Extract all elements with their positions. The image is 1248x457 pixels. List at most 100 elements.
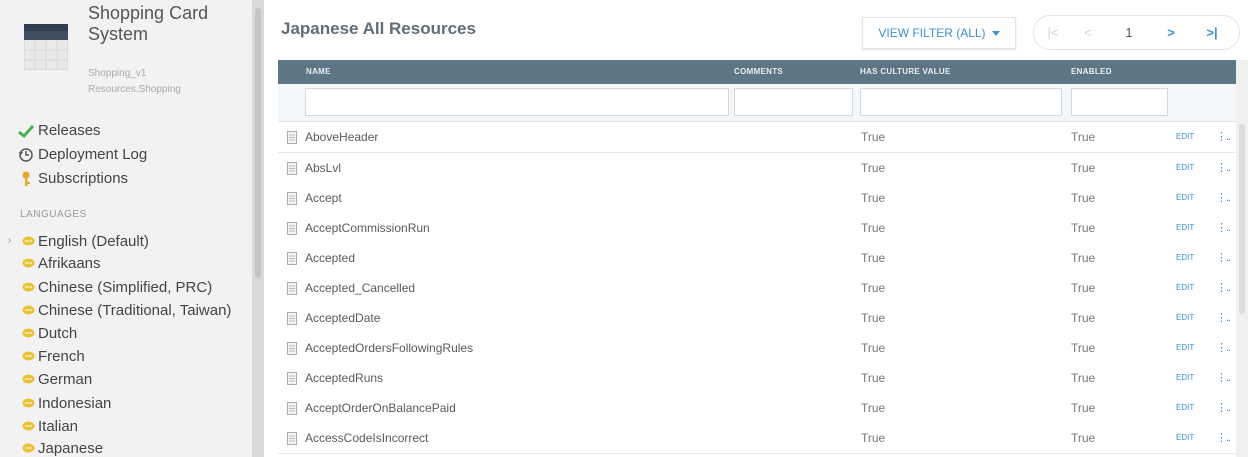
deployment-log-link[interactable]: Deployment Log <box>18 146 147 163</box>
chat-bubble-icon <box>22 421 35 431</box>
edit-button[interactable]: EDIT <box>1176 403 1194 412</box>
enabled-value: True <box>1071 161 1096 175</box>
resource-name: Accepted <box>305 251 356 265</box>
resource-name: AboveHeader <box>305 130 379 144</box>
document-icon <box>287 432 297 445</box>
more-options-icon[interactable]: ⋮.. <box>1216 371 1231 384</box>
document-icon <box>287 222 297 235</box>
enabled-value: True <box>1071 281 1096 295</box>
has-culture-value: True <box>861 401 886 415</box>
enabled-value: True <box>1071 431 1096 445</box>
sidebar-scrollbar[interactable] <box>252 0 264 457</box>
more-options-icon[interactable]: ⋮.. <box>1216 281 1231 294</box>
has-culture-value: True <box>861 281 886 295</box>
edit-button[interactable]: EDIT <box>1176 193 1194 202</box>
enabled-value: True <box>1071 341 1096 355</box>
language-indonesian[interactable]: Indonesian <box>22 395 111 412</box>
enabled-filter-input[interactable] <box>1071 88 1168 116</box>
resource-name: AbsLvl <box>305 161 342 175</box>
sidebar-scrollbar-thumb[interactable] <box>255 8 261 278</box>
culture-filter-input[interactable] <box>860 88 1062 116</box>
sidebar: Shopping Card System Shopping_v1 Resourc… <box>0 0 252 457</box>
has-culture-value: True <box>861 130 886 144</box>
app-resource-path: Resources.Shopping <box>88 84 181 95</box>
last-page-button[interactable]: >| <box>1192 25 1232 40</box>
grid-header: NAME COMMENTS HAS CULTURE VALUE ENABLED <box>278 60 1236 84</box>
language-german[interactable]: German <box>22 371 92 388</box>
previous-page-button[interactable]: < <box>1068 25 1108 40</box>
name-filter-input[interactable] <box>305 88 729 116</box>
checkmark-icon <box>18 124 34 138</box>
chat-bubble-icon <box>22 443 35 453</box>
more-options-icon[interactable]: ⋮.. <box>1216 191 1231 204</box>
table-row: AcceptedDate True True EDIT ⋮.. <box>278 303 1236 334</box>
chat-bubble-icon <box>22 328 35 338</box>
edit-button[interactable]: EDIT <box>1176 223 1194 232</box>
table-row: AcceptOrderOnBalancePaid True True EDIT … <box>278 393 1236 424</box>
table-row: Accepted True True EDIT ⋮.. <box>278 243 1236 274</box>
app-version: Shopping_v1 <box>88 68 147 79</box>
first-page-button[interactable]: |< <box>1038 25 1068 40</box>
column-header-name[interactable]: NAME <box>306 67 331 76</box>
language-chinese-traditional[interactable]: Chinese (Traditional, Taiwan) <box>22 302 231 319</box>
more-options-icon[interactable]: ⋮.. <box>1216 311 1231 324</box>
grid-scrollbar-thumb[interactable] <box>1239 124 1245 314</box>
subscriptions-link[interactable]: Subscriptions <box>18 170 128 187</box>
edit-button[interactable]: EDIT <box>1176 313 1194 322</box>
language-label: French <box>38 348 85 365</box>
language-label: Chinese (Simplified, PRC) <box>38 279 213 296</box>
edit-button[interactable]: EDIT <box>1176 433 1194 442</box>
language-japanese[interactable]: Japanese <box>22 440 103 457</box>
table-row: AccessCodeIsIncorrect True True EDIT ⋮.. <box>278 423 1236 454</box>
more-options-icon[interactable]: ⋮.. <box>1216 161 1231 174</box>
edit-button[interactable]: EDIT <box>1176 373 1194 382</box>
edit-button[interactable]: EDIT <box>1176 253 1194 262</box>
has-culture-value: True <box>861 431 886 445</box>
more-options-icon[interactable]: ⋮.. <box>1216 431 1231 444</box>
language-label: Indonesian <box>38 395 112 412</box>
edit-button[interactable]: EDIT <box>1176 283 1194 292</box>
resource-name: AcceptOrderOnBalancePaid <box>305 401 456 415</box>
more-options-icon[interactable]: ⋮.. <box>1216 130 1231 143</box>
has-culture-value: True <box>861 341 886 355</box>
releases-link[interactable]: Releases <box>18 122 101 139</box>
document-icon <box>287 131 297 144</box>
app-title: Shopping Card System <box>88 3 209 44</box>
comments-filter-input[interactable] <box>734 88 853 116</box>
chat-bubble-icon <box>22 374 35 384</box>
edit-button[interactable]: EDIT <box>1176 163 1194 172</box>
more-options-icon[interactable]: ⋮.. <box>1216 401 1231 414</box>
view-filter-button[interactable]: VIEW FILTER (ALL) <box>862 17 1016 49</box>
language-afrikaans[interactable]: Afrikaans <box>22 255 101 272</box>
document-icon <box>287 342 297 355</box>
document-icon <box>287 402 297 415</box>
has-culture-value: True <box>861 191 886 205</box>
resources-grid: NAME COMMENTS HAS CULTURE VALUE ENABLED … <box>278 60 1236 457</box>
language-english[interactable]: English (Default) <box>22 233 149 250</box>
language-dutch[interactable]: Dutch <box>22 325 77 342</box>
resource-name: Accepted_Cancelled <box>305 281 416 295</box>
document-icon <box>287 252 297 265</box>
edit-button[interactable]: EDIT <box>1176 343 1194 352</box>
column-header-enabled[interactable]: ENABLED <box>1071 67 1112 76</box>
more-options-icon[interactable]: ⋮.. <box>1216 221 1231 234</box>
enabled-value: True <box>1071 130 1096 144</box>
next-page-button[interactable]: > <box>1150 25 1192 40</box>
selected-language-caret: › <box>8 235 12 246</box>
chat-bubble-icon <box>22 282 35 292</box>
table-row: AcceptedOrdersFollowingRules True True E… <box>278 333 1236 364</box>
table-row: AcceptedRuns True True EDIT ⋮.. <box>278 363 1236 394</box>
edit-button[interactable]: EDIT <box>1176 132 1194 141</box>
more-options-icon[interactable]: ⋮.. <box>1216 251 1231 264</box>
more-options-icon[interactable]: ⋮.. <box>1216 341 1231 354</box>
resource-name: AcceptedOrdersFollowingRules <box>305 341 474 355</box>
enabled-value: True <box>1071 401 1096 415</box>
language-chinese-simplified[interactable]: Chinese (Simplified, PRC) <box>22 279 212 296</box>
table-row: AcceptCommissionRun True True EDIT ⋮.. <box>278 213 1236 244</box>
language-italian[interactable]: Italian <box>22 418 78 435</box>
column-header-has-culture-value[interactable]: HAS CULTURE VALUE <box>860 67 951 76</box>
resource-name: AcceptCommissionRun <box>305 221 430 235</box>
language-french[interactable]: French <box>22 348 85 365</box>
grid-scrollbar[interactable] <box>1236 60 1248 457</box>
column-header-comments[interactable]: COMMENTS <box>734 67 783 76</box>
